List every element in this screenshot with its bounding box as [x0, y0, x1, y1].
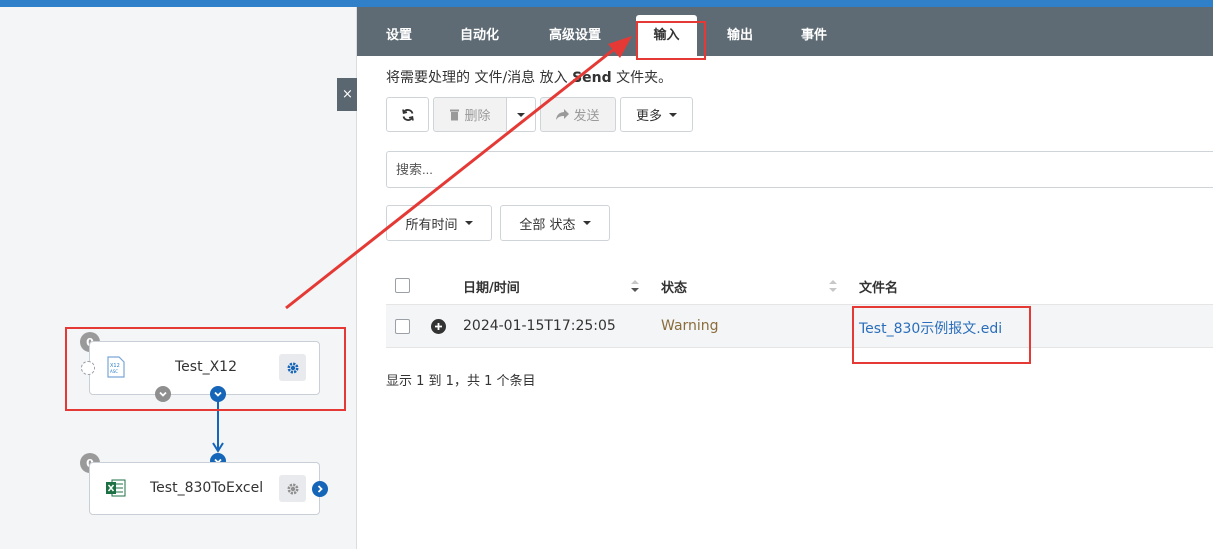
annotation-arrow — [285, 36, 632, 310]
